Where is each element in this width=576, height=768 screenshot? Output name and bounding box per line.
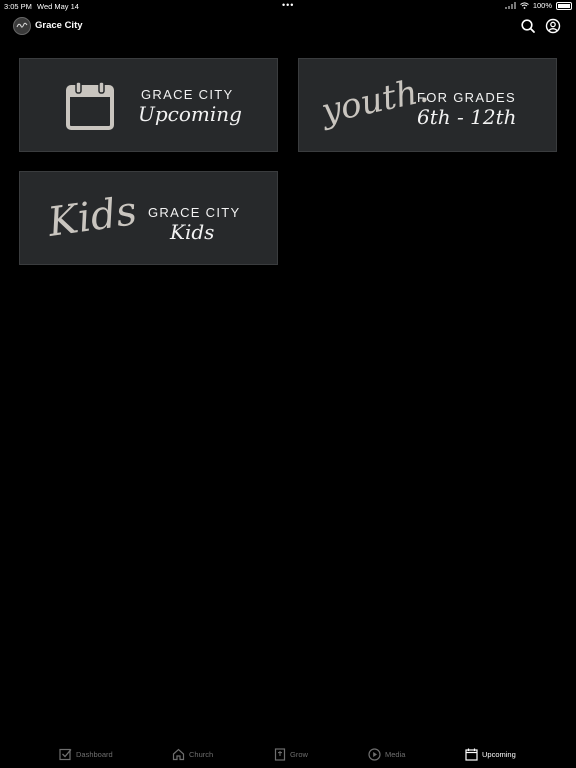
- book-icon: [274, 747, 286, 761]
- battery-icon: [556, 1, 572, 10]
- tab-dashboard-label: Dashboard: [76, 749, 113, 759]
- kids-tile[interactable]: Kids GRACE CITY Kids: [19, 171, 278, 265]
- kids-caps: GRACE CITY: [148, 205, 241, 220]
- status-date: Wed May 14: [37, 2, 79, 11]
- tab-grow[interactable]: Grow: [274, 740, 308, 768]
- upcoming-tile[interactable]: GRACE CITY Upcoming: [19, 58, 278, 152]
- search-icon[interactable]: [520, 18, 536, 34]
- multitasking-dots[interactable]: •••: [282, 0, 294, 10]
- account-circle-icon[interactable]: [545, 18, 561, 34]
- checkbox-icon: [59, 748, 72, 760]
- status-bar: 3:05 PM Wed May 14 ••• 100%: [0, 0, 576, 12]
- tab-media[interactable]: Media: [368, 740, 405, 768]
- tab-church-label: Church: [189, 749, 214, 759]
- kids-script: Kids: [170, 220, 215, 244]
- tab-media-label: Media: [385, 749, 406, 759]
- upcoming-caps: GRACE CITY: [141, 87, 234, 102]
- tab-church[interactable]: Church: [172, 740, 213, 768]
- grace-city-logo-icon[interactable]: [13, 17, 31, 35]
- signal-icon: [504, 2, 516, 9]
- youth-tile[interactable]: youth. FOR GRADES 6th - 12th: [298, 58, 557, 152]
- tab-bar: Dashboard Church Grow Media Upcoming: [0, 740, 576, 768]
- tab-dashboard[interactable]: Dashboard: [59, 740, 113, 768]
- status-time: 3:05 PM: [4, 2, 32, 11]
- play-circle-icon: [368, 747, 381, 761]
- battery-percent: 100%: [532, 1, 552, 10]
- home-icon: [172, 748, 185, 760]
- youth-script: 6th - 12th: [417, 105, 517, 129]
- kids-logo-text: Kids: [45, 188, 140, 246]
- tab-upcoming-label: Upcoming: [482, 749, 516, 759]
- youth-caps: FOR GRADES: [417, 90, 516, 105]
- calendar-icon: [66, 81, 114, 130]
- app-header: Grace City: [0, 14, 576, 38]
- calendar-icon: [465, 748, 478, 761]
- upcoming-script: Upcoming: [138, 102, 242, 126]
- tab-grow-label: Grow: [290, 749, 308, 759]
- wifi-icon: [519, 2, 529, 9]
- tab-upcoming[interactable]: Upcoming: [465, 740, 516, 768]
- youth-logo-text: youth.: [318, 70, 432, 132]
- status-right: 100%: [504, 1, 572, 10]
- app-title: Grace City: [35, 20, 83, 31]
